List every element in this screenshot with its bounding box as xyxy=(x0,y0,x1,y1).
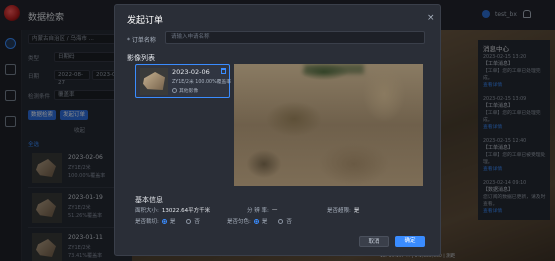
image-thumbnail xyxy=(140,68,168,95)
area-value: 13022.64平方千米 xyxy=(161,208,211,214)
merge-yes-label: 是 xyxy=(261,219,268,225)
area-label: 面积大小: xyxy=(135,208,159,214)
radio-circle[interactable] xyxy=(172,88,177,93)
resolution-label: 分 辨 率: xyxy=(247,208,269,214)
resolution-value: — xyxy=(271,207,278,213)
merge-no-radio[interactable] xyxy=(278,218,284,224)
clip-yes-label: 是 xyxy=(169,219,176,225)
order-name-label: * 订单名称 xyxy=(127,37,156,44)
basic-info-title: 基本信息 xyxy=(135,196,163,204)
merge-label: 是否匀色: xyxy=(227,219,251,225)
area-field: 面积大小: 13022.64平方千米 xyxy=(135,206,210,214)
confirm-button[interactable]: 确定 xyxy=(395,236,425,247)
merge-field: 是否匀色: 是 否 xyxy=(227,217,292,225)
delete-icon[interactable] xyxy=(221,68,226,74)
close-icon[interactable]: × xyxy=(427,13,435,23)
clip-label: 是否裁切: xyxy=(135,219,159,225)
clip-field: 是否裁切: 是 否 xyxy=(135,217,200,225)
image-date: 2023-02-06 xyxy=(172,68,210,76)
cover-field: 是否超限: 是 xyxy=(327,206,359,214)
cancel-button[interactable]: 取消 xyxy=(359,236,389,247)
clip-no-radio[interactable] xyxy=(186,218,192,224)
order-name-input[interactable]: 请输入申请名称 xyxy=(165,31,425,44)
clip-no-label: 否 xyxy=(194,219,200,225)
dialog-title: 发起订单 xyxy=(127,16,164,26)
cover-value: 是 xyxy=(353,208,360,214)
image-list-title: 影像列表 xyxy=(127,54,155,62)
other-image-label: 其他影像 xyxy=(179,89,199,94)
image-card[interactable]: 2023-02-06 ZY1E/2米 100.00%覆盖率 其他影像 xyxy=(135,64,232,98)
clip-yes-radio[interactable] xyxy=(161,218,167,224)
resolution-field: 分 辨 率: — xyxy=(247,206,277,214)
other-image-radio[interactable]: 其他影像 xyxy=(172,87,198,94)
cover-label: 是否超限: xyxy=(327,208,351,214)
image-preview[interactable] xyxy=(234,64,423,186)
image-meta: ZY1E/2米 100.00%覆盖率 xyxy=(172,80,232,85)
merge-yes-radio[interactable] xyxy=(253,218,259,224)
order-dialog: 发起订单 × * 订单名称 请输入申请名称 影像列表 2023-02-06 ZY… xyxy=(114,4,441,256)
merge-no-label: 否 xyxy=(286,219,292,225)
